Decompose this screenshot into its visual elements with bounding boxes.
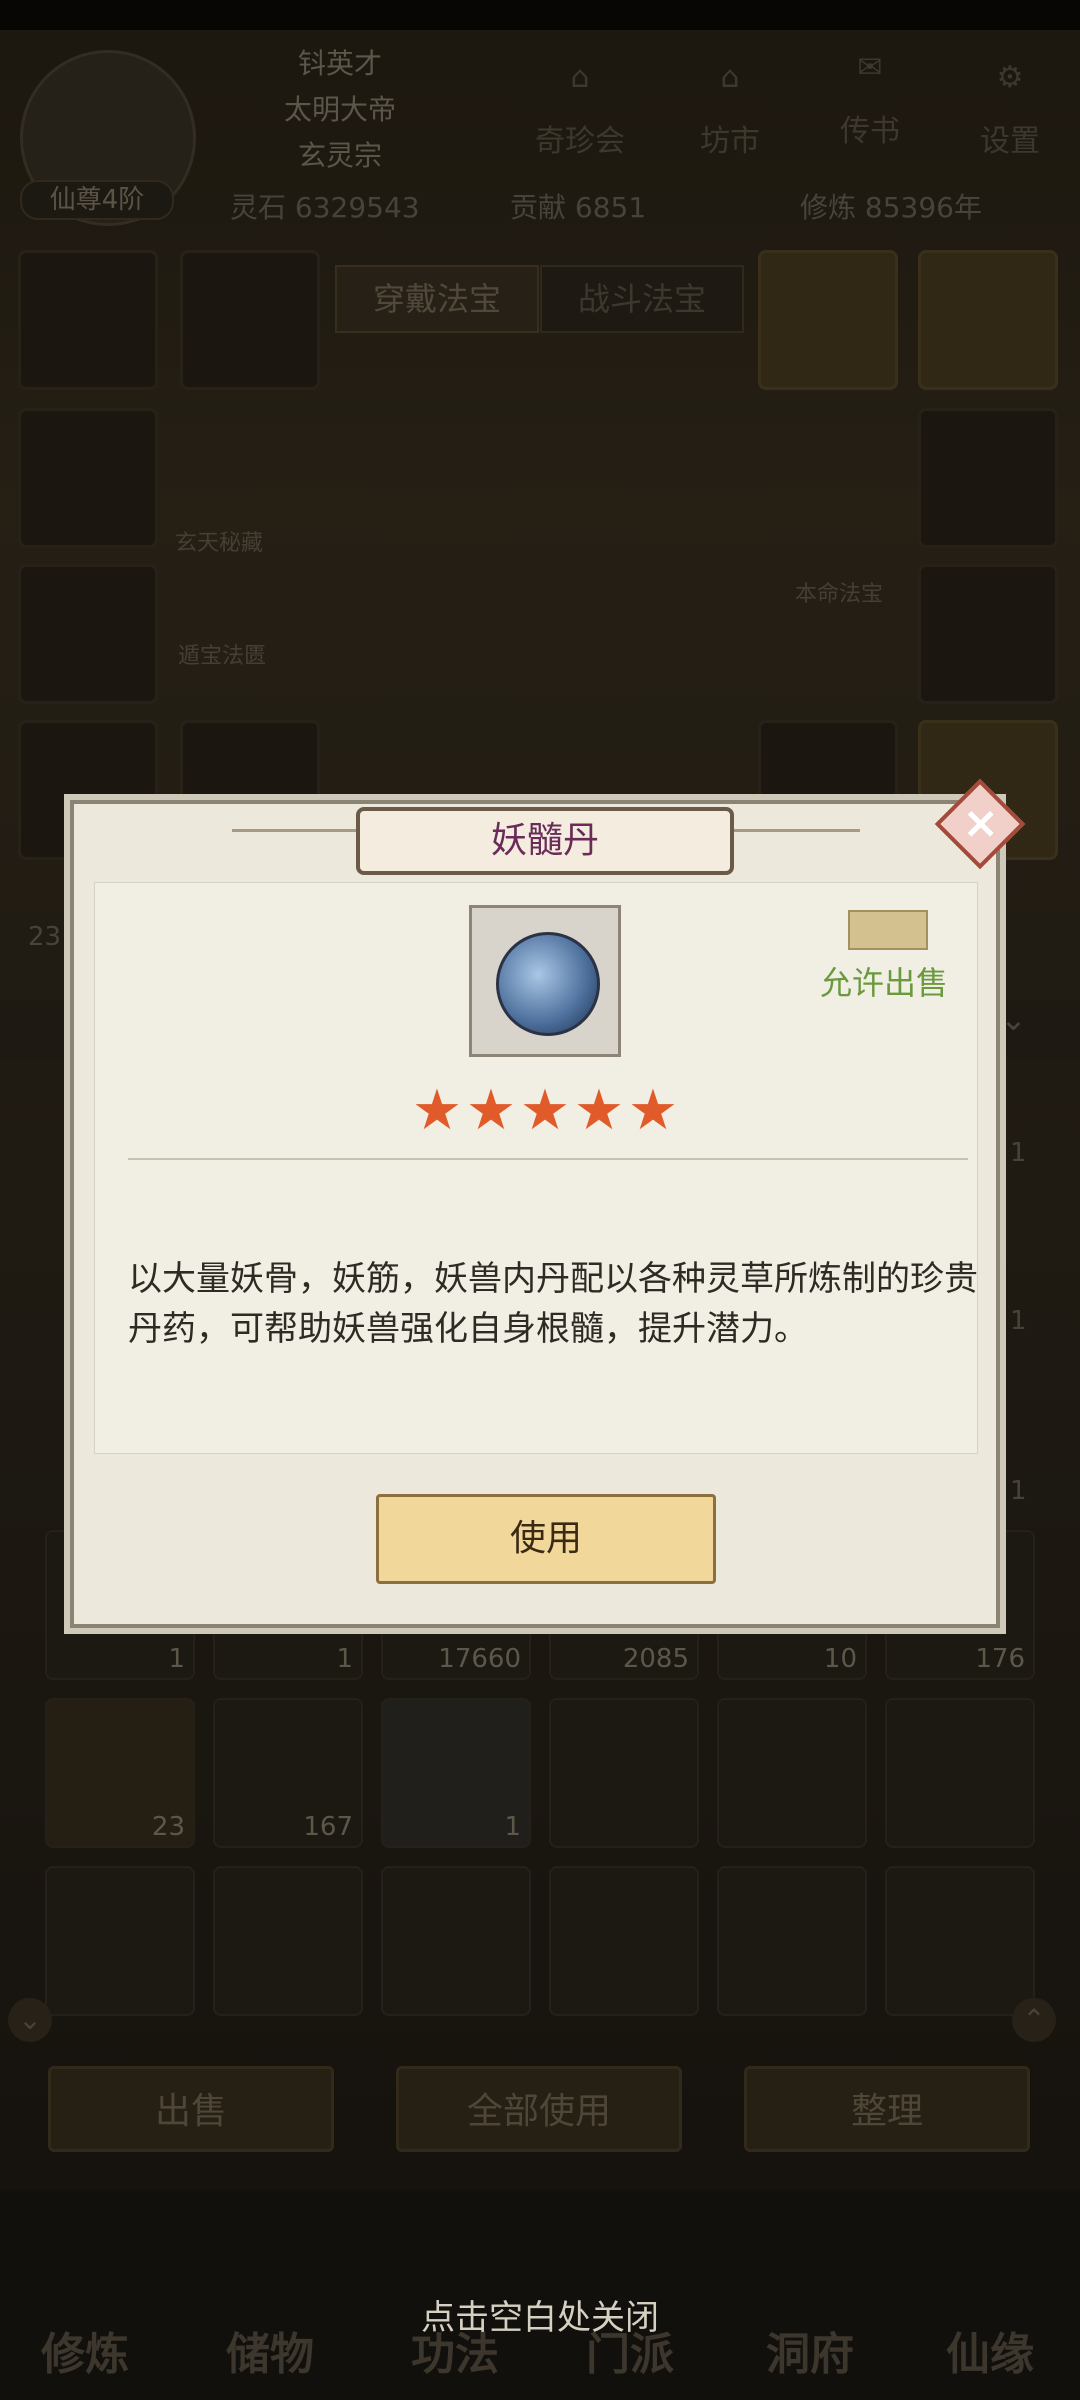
item-description: 以大量妖骨，妖筋，妖兽内丹配以各种灵草所炼制的珍贵丹药，可帮助妖兽强化自身根髓，… [128, 1259, 978, 1349]
item-icon-frame [469, 905, 621, 1057]
star-icon: ★ [465, 1078, 517, 1143]
divider [128, 1158, 968, 1160]
item-title: 妖髓丹 [356, 807, 734, 875]
close-icon: × [962, 797, 1000, 849]
sale-crown-icon [848, 910, 928, 950]
pill-orb-icon [496, 932, 600, 1036]
star-icon: ★ [411, 1078, 463, 1143]
star-icon: ★ [519, 1078, 571, 1143]
use-button[interactable]: 使用 [376, 1494, 716, 1584]
close-hint: 点击空白处关闭 [421, 2298, 659, 2338]
star-icon: ★ [627, 1078, 679, 1143]
star-rating: ★ ★ ★ ★ ★ [410, 1078, 680, 1143]
star-icon: ★ [573, 1078, 625, 1143]
sale-allowed-label: 允许出售 [820, 964, 949, 1002]
